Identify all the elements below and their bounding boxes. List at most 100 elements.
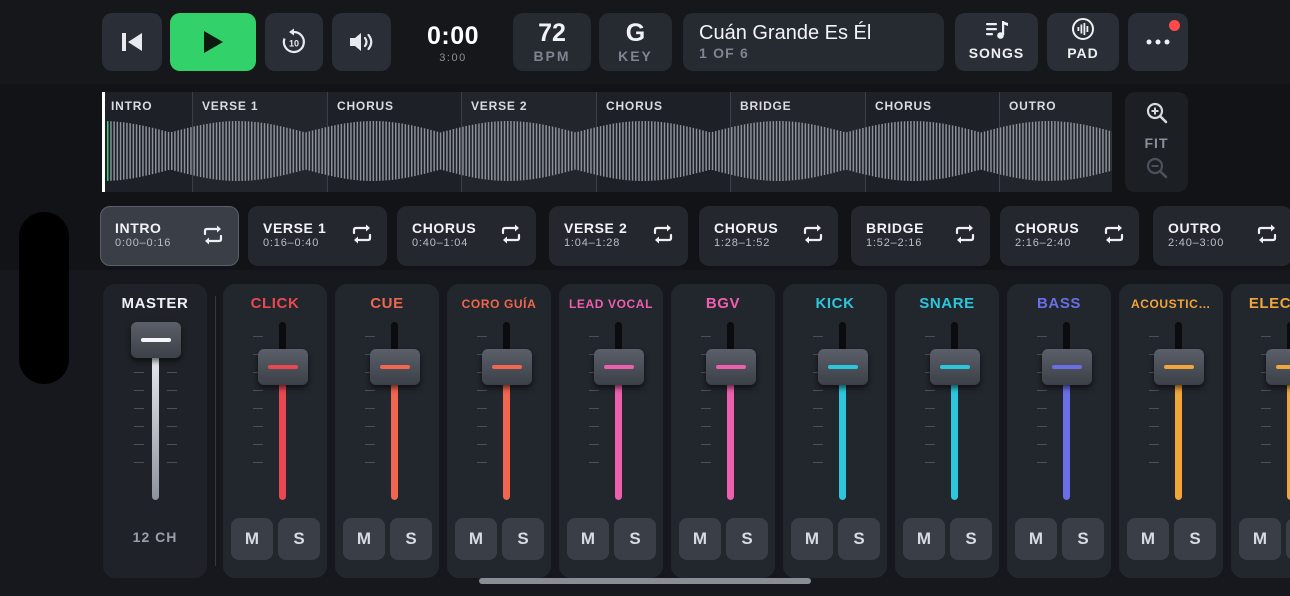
section-pad[interactable]: OUTRO 2:40–3:00 — [1153, 206, 1290, 266]
mute-button[interactable]: M — [791, 518, 833, 560]
loop-icon — [653, 224, 673, 244]
loop-section-button[interactable] — [1103, 224, 1125, 249]
loop-section-button[interactable] — [954, 224, 976, 249]
side-handle[interactable] — [19, 212, 69, 384]
pad-button[interactable]: PAD — [1047, 13, 1119, 71]
fader-knob[interactable] — [1265, 348, 1290, 385]
more-button[interactable] — [1128, 13, 1188, 71]
fader-knob[interactable] — [369, 348, 420, 385]
replay-10-button[interactable]: 10 — [265, 13, 323, 71]
fader-tick — [925, 408, 935, 409]
fader-tick — [365, 426, 375, 427]
loop-section-button[interactable] — [652, 224, 674, 249]
solo-button[interactable]: S — [390, 518, 432, 560]
fader-tick — [134, 408, 144, 409]
loop-section-button[interactable] — [1256, 224, 1278, 249]
fader-tick — [1149, 444, 1159, 445]
fader-knob[interactable] — [1041, 348, 1092, 385]
fader-knob[interactable] — [1153, 348, 1204, 385]
fader-tick — [477, 390, 487, 391]
fader-tick — [1037, 390, 1047, 391]
solo-button[interactable]: S — [614, 518, 656, 560]
section-pad[interactable]: VERSE 1 0:16–0:40 — [248, 206, 387, 266]
solo-button[interactable]: S — [726, 518, 768, 560]
song-info[interactable]: Cuán Grande Es Él 1 OF 6 — [683, 13, 944, 71]
zoom-out-button[interactable] — [1125, 157, 1188, 184]
solo-button[interactable]: S — [1062, 518, 1104, 560]
playhead[interactable] — [102, 92, 105, 192]
fader-tick — [1261, 408, 1271, 409]
fader-tick — [365, 336, 375, 337]
mute-button[interactable]: M — [343, 518, 385, 560]
fader-tick — [167, 408, 177, 409]
home-indicator — [479, 578, 811, 584]
fader-tick — [813, 426, 823, 427]
volume-button[interactable] — [332, 13, 391, 71]
fader-knob-indicator — [140, 337, 171, 342]
mute-button[interactable]: M — [1239, 518, 1281, 560]
loop-section-button[interactable] — [351, 224, 373, 249]
fader-knob[interactable] — [817, 348, 868, 385]
fader-tick — [1037, 426, 1047, 427]
loop-section-button[interactable] — [500, 224, 522, 249]
skip-back-button[interactable] — [102, 13, 162, 71]
fader-knob[interactable] — [130, 321, 181, 358]
channel-name: ELECTRI — [1248, 295, 1290, 312]
zoom-in-button[interactable] — [1125, 102, 1188, 129]
songs-button[interactable]: SONGS — [955, 13, 1038, 71]
solo-button[interactable]: S — [1174, 518, 1216, 560]
solo-button[interactable]: S — [278, 518, 320, 560]
key-display[interactable]: G KEY — [599, 13, 672, 71]
mute-button[interactable]: M — [1127, 518, 1169, 560]
loop-icon — [352, 224, 372, 244]
solo-button[interactable]: S — [838, 518, 880, 560]
bpm-display[interactable]: 72 BPM — [513, 13, 591, 71]
pad-label: PAD — [1067, 45, 1099, 61]
mute-button[interactable]: M — [679, 518, 721, 560]
section-pad[interactable]: VERSE 2 1:04–1:28 — [549, 206, 688, 266]
fader-level — [152, 339, 159, 500]
channel-strip: ACOUSTIC… M S — [1119, 284, 1223, 578]
mute-button[interactable]: M — [903, 518, 945, 560]
fader-knob[interactable] — [257, 348, 308, 385]
section-pad[interactable]: INTRO 0:00–0:16 — [100, 206, 239, 266]
mute-button[interactable]: M — [231, 518, 273, 560]
loop-icon — [1104, 224, 1124, 244]
solo-button[interactable]: S — [950, 518, 992, 560]
section-pad[interactable]: CHORUS 1:28–1:52 — [699, 206, 838, 266]
fader-level — [279, 366, 286, 500]
fader-tick — [1037, 408, 1047, 409]
svg-text:10: 10 — [289, 39, 299, 49]
mute-button[interactable]: M — [1015, 518, 1057, 560]
solo-button[interactable]: S — [502, 518, 544, 560]
section-pad[interactable]: CHORUS 2:16–2:40 — [1000, 206, 1139, 266]
solo-button[interactable]: S — [1286, 518, 1290, 560]
section-pad[interactable]: CHORUS 0:40–1:04 — [397, 206, 536, 266]
mute-button[interactable]: M — [455, 518, 497, 560]
key-value: G — [625, 19, 646, 47]
play-button[interactable] — [170, 13, 256, 71]
loop-section-button[interactable] — [202, 225, 224, 250]
mute-button[interactable]: M — [567, 518, 609, 560]
play-icon — [204, 31, 223, 53]
fader-knob[interactable] — [593, 348, 644, 385]
loop-icon — [203, 225, 223, 245]
fader-knob-indicator — [1275, 364, 1290, 369]
fader-tick — [813, 408, 823, 409]
loop-icon — [501, 224, 521, 244]
fader-knob[interactable] — [481, 348, 532, 385]
waveform-timeline[interactable]: INTRO VERSE 1 CHORUS VERSE 2 CHORUS BRIDGE CHO… — [102, 92, 1112, 192]
fader-knob-indicator — [603, 364, 634, 369]
section-pad[interactable]: BRIDGE 1:52–2:16 — [851, 206, 990, 266]
fader-tick — [925, 390, 935, 391]
fader-level — [1175, 366, 1182, 500]
fader-tick — [813, 462, 823, 463]
bpm-value: 72 — [538, 19, 566, 47]
loop-section-button[interactable] — [802, 224, 824, 249]
fader-tick — [925, 444, 935, 445]
fader-tick — [365, 462, 375, 463]
fader-knob[interactable] — [705, 348, 756, 385]
fader-knob[interactable] — [929, 348, 980, 385]
current-time: 0:00 — [426, 22, 480, 50]
zoom-fit-button[interactable]: FIT — [1125, 135, 1188, 151]
